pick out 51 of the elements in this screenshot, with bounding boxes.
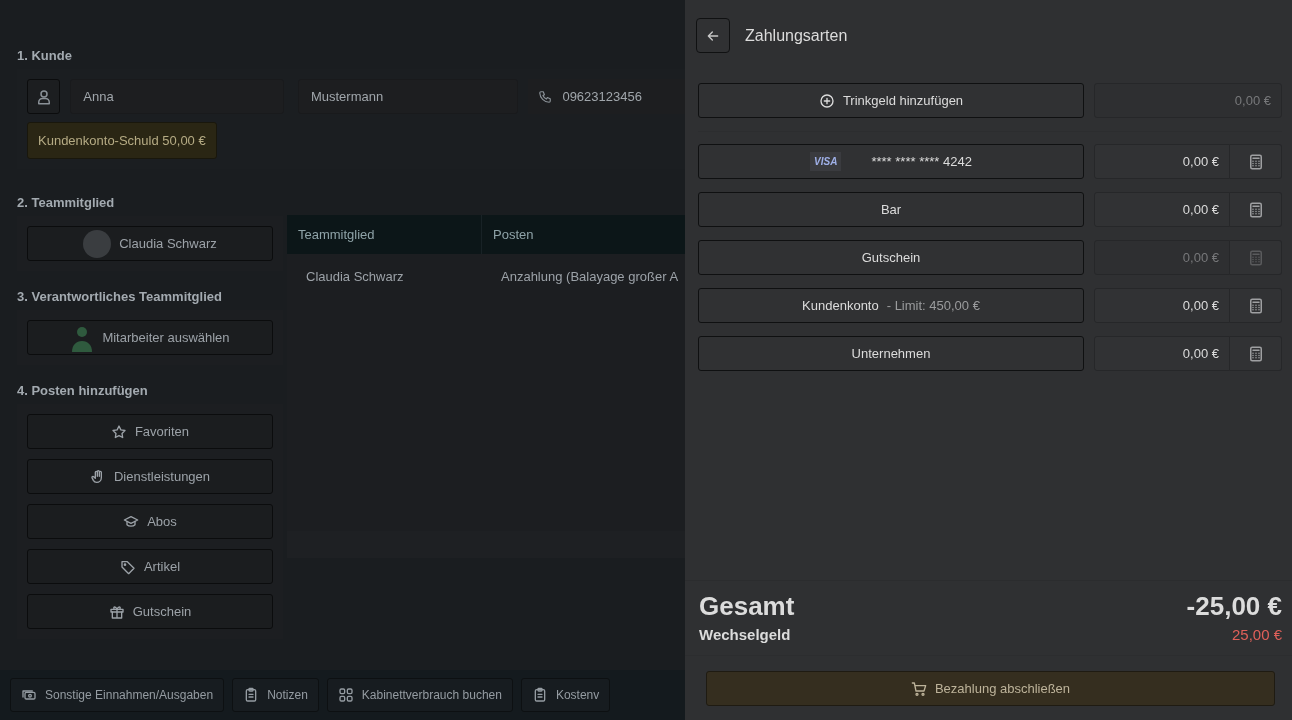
gift-icon xyxy=(108,603,125,620)
team-member-button[interactable]: Claudia Schwarz xyxy=(27,226,273,261)
complete-payment-button[interactable]: Bezahlung abschließen xyxy=(706,671,1275,706)
section-heading: 3. Verantwortliches Teammitglied xyxy=(17,289,223,304)
table-cell-text: Claudia Schwarz xyxy=(305,267,405,286)
back-button[interactable] xyxy=(696,18,730,53)
table-cell-text: Anzahlung (Balayage großer A xyxy=(500,267,680,286)
category-button[interactable]: Artikel xyxy=(27,549,273,584)
amount-field[interactable]: 0,00 € xyxy=(1094,336,1230,371)
category-button[interactable]: Gutschein xyxy=(27,594,273,629)
calculator-button[interactable] xyxy=(1230,192,1282,227)
cash-icon xyxy=(21,687,37,703)
section-heading: 4. Posten hinzufügen xyxy=(17,383,149,398)
first-name-field[interactable]: Anna xyxy=(70,79,284,114)
category-button[interactable]: Favoriten xyxy=(27,414,273,449)
calculator-button[interactable] xyxy=(1230,144,1282,179)
debt-badge: Kundenkonto-Schuld 50,00 € xyxy=(27,122,217,159)
payment-method-button[interactable]: Unternehmen xyxy=(698,336,1084,371)
phone-icon xyxy=(538,89,553,104)
visa-logo: VISA xyxy=(810,152,842,171)
graduation-cap-icon xyxy=(123,513,140,530)
star-icon xyxy=(110,423,127,440)
toolbar-button[interactable]: Kostenv xyxy=(520,678,611,712)
tag-icon xyxy=(119,558,136,575)
amount-field[interactable]: 0,00 € xyxy=(1094,192,1230,227)
customer-button[interactable] xyxy=(27,79,61,114)
calculator-button[interactable] xyxy=(1230,288,1282,323)
change-amount: 25,00 € xyxy=(1231,626,1282,643)
calculator-button[interactable] xyxy=(1230,336,1282,371)
category-button[interactable]: Abos xyxy=(27,504,273,539)
toolbar-button[interactable]: Notizen xyxy=(232,678,319,712)
amount-field[interactable]: 0,00 € xyxy=(1094,144,1230,179)
section-heading: 1. Kunde xyxy=(17,48,73,63)
change-label: Wechselgeld xyxy=(699,626,792,643)
avatar-icon xyxy=(83,229,112,258)
payment-method-button[interactable]: Bar xyxy=(698,192,1084,227)
select-employee-button[interactable]: Mitarbeiter auswählen xyxy=(27,320,273,355)
category-button[interactable]: Dienstleistungen xyxy=(27,459,273,494)
payment-method-button[interactable]: Kundenkonto - Limit: 450,00 € xyxy=(698,288,1084,323)
section-heading: 2. Teammitglied xyxy=(17,195,116,210)
total-amount: -25,00 € xyxy=(1186,591,1282,622)
panel-title: Zahlungsarten xyxy=(745,26,848,45)
toolbar-button[interactable]: Kabinettverbrauch buchen xyxy=(326,678,513,712)
toolbar-button[interactable]: Sonstige Einnahmen/Ausgaben xyxy=(10,678,225,712)
payment-method-button[interactable]: VISA **** **** **** 4242 xyxy=(698,144,1084,179)
plus-circle-icon xyxy=(818,92,835,109)
total-label: Gesamt xyxy=(699,591,796,622)
amount-field[interactable]: 0,00 € xyxy=(1094,288,1230,323)
cart-icon xyxy=(910,680,927,697)
last-name-field[interactable]: Mustermann xyxy=(297,79,519,114)
grid-icon xyxy=(337,687,354,703)
